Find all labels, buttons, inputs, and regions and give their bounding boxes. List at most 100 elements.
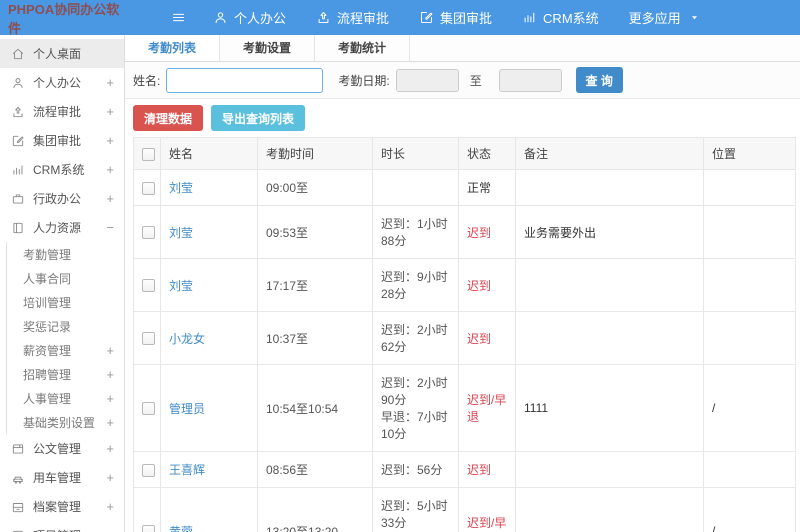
sidebar-item[interactable]: 流程审批 + [0, 97, 124, 126]
select-all-checkbox[interactable] [142, 147, 155, 161]
location-cell: / [703, 487, 796, 532]
nav-item[interactable]: 更多应用 [614, 0, 717, 35]
expand-toggle-icon: + [106, 366, 114, 382]
employee-name-link[interactable]: 黄蓉 [169, 525, 193, 532]
export-list-button[interactable]: 导出查询列表 [211, 105, 306, 131]
tab-active[interactable]: 考勤列表 [125, 35, 220, 61]
expand-toggle-icon: + [106, 191, 114, 206]
checkbox-cell [133, 169, 161, 206]
nav-item-label: 集团审批 [440, 11, 493, 26]
sidebar-subitem[interactable]: 人事合同 [7, 266, 124, 290]
search-button[interactable]: 查 询 [575, 67, 623, 93]
date-range-to-label: 至 [469, 73, 482, 88]
sidebar-subitem-label: 奖惩记录 [23, 319, 72, 334]
checkbox-cell [133, 451, 161, 488]
expand-toggle-icon: + [106, 499, 114, 514]
sidebar-item[interactable]: 个人桌面 [0, 39, 124, 68]
nav-item[interactable]: CRM系统 [507, 0, 614, 35]
app-body: 个人桌面 个人办公 + 流程审批 + 集团审批 + CRM系统 + 行政办公 + 人力资源 − 考勤管理人… [0, 35, 800, 532]
expand-toggle-icon: + [106, 104, 114, 119]
sidebar-item[interactable]: 行政办公 + [0, 184, 124, 213]
sidebar-subitem[interactable]: 招聘管理 + [7, 362, 124, 386]
row-checkbox[interactable] [142, 525, 155, 532]
remark-cell [515, 487, 704, 532]
employee-name-link[interactable]: 刘莹 [169, 226, 193, 240]
employee-name-link[interactable]: 刘莹 [169, 181, 193, 195]
name-input[interactable] [166, 67, 324, 93]
sidebar-item-label: 行政办公 [33, 192, 82, 206]
attendance-time-cell: 10:54至10:54 [257, 364, 373, 452]
column-header: 位置 [703, 137, 796, 170]
employee-name-link[interactable]: 管理员 [169, 402, 205, 416]
project-icon [13, 530, 23, 532]
remark-cell: 1111 [515, 364, 704, 452]
table-row: 黄蓉 13:20至13:20迟到：5小时33分早退：4小时67分迟到/早退 / [133, 487, 796, 532]
nav-item[interactable]: 流程审批 [301, 0, 404, 35]
sidebar-subitem[interactable]: 基础类别设置 + [7, 410, 124, 434]
employee-name-link[interactable]: 刘莹 [169, 279, 193, 293]
duration-cell: 迟到：2小时62分 [372, 311, 459, 365]
sidebar-subitem-label: 薪资管理 [23, 343, 72, 358]
nav-item[interactable]: 集团审批 [404, 0, 507, 35]
checkbox-cell [133, 364, 161, 452]
location-cell [703, 311, 796, 365]
duration-cell: 迟到：2小时90分 早退：7小时10分 [372, 364, 459, 452]
sidebar-subitem[interactable]: 培训管理 [7, 290, 124, 314]
remark-cell [515, 311, 704, 365]
row-checkbox[interactable] [142, 463, 155, 477]
attendance-time-cell: 09:53至 [257, 205, 373, 259]
sidebar-subitem-label: 招聘管理 [23, 367, 72, 382]
tab-item[interactable]: 考勤统计 [315, 35, 410, 61]
app-logo: PHPOA协同办公软件 [8, 1, 120, 36]
sidebar-item[interactable]: 项目管理 + [0, 521, 124, 532]
name-cell: 黄蓉 [160, 487, 258, 532]
row-checkbox[interactable] [142, 226, 155, 240]
duration-cell: 迟到：9小时28分 [372, 258, 459, 312]
date-from-input[interactable] [395, 68, 459, 92]
location-cell [703, 451, 796, 488]
employee-name-link[interactable]: 小龙女 [169, 332, 205, 346]
expand-toggle-icon: + [106, 133, 114, 148]
car-icon [13, 476, 23, 484]
row-checkbox[interactable] [142, 181, 155, 195]
sidebar-toggle-button[interactable] [171, 10, 186, 25]
row-checkbox[interactable] [142, 402, 155, 416]
filter-bar: 姓名: 考勤日期: 至 查 询 [125, 62, 800, 99]
attendance-table: 姓名 考勤时间 时长 状态 备注 位置 刘莹 09:00至 正常 刘莹 09:53至 迟到：1小时8… [133, 137, 796, 532]
expand-toggle-icon: + [106, 414, 114, 430]
date-to-input[interactable] [498, 68, 562, 92]
duration-cell: 迟到：5小时33分早退：4小时67分 [372, 487, 459, 532]
remark-cell: 业务需要外出 [515, 205, 704, 259]
row-checkbox[interactable] [142, 279, 155, 293]
name-cell: 刘莹 [160, 258, 258, 312]
sidebar-item-label: CRM系统 [33, 163, 85, 177]
book-icon [13, 222, 23, 233]
sidebar-subitem[interactable]: 奖惩记录 [7, 314, 124, 338]
tab-item[interactable]: 考勤设置 [220, 35, 315, 61]
row-checkbox[interactable] [142, 332, 155, 346]
sidebar-item[interactable]: 个人办公 + [0, 68, 124, 97]
sidebar-item[interactable]: 公文管理 + [0, 434, 124, 463]
expand-toggle-icon: + [106, 441, 114, 456]
expand-toggle-icon: + [106, 390, 114, 406]
sidebar: 个人桌面 个人办公 + 流程审批 + 集团审批 + CRM系统 + 行政办公 + 人力资源 − 考勤管理人… [0, 35, 125, 532]
sidebar-item[interactable]: 用车管理 + [0, 463, 124, 492]
sidebar-item[interactable]: 人力资源 − [0, 213, 124, 242]
remark-cell [515, 258, 704, 312]
sidebar-subitem[interactable]: 人事管理 + [7, 386, 124, 410]
sidebar-subitem[interactable]: 考勤管理 [7, 242, 124, 266]
column-header: 姓名 [160, 137, 258, 170]
archive-icon [12, 502, 24, 512]
duration-line: 迟到：1小时88分 [381, 217, 448, 248]
sidebar-subitem[interactable]: 薪资管理 + [7, 338, 124, 362]
sidebar-item[interactable]: 集团审批 + [0, 126, 124, 155]
sidebar-item[interactable]: 档案管理 + [0, 492, 124, 521]
attendance-time-cell: 08:56至 [257, 451, 373, 488]
clean-data-button[interactable]: 清理数据 [133, 105, 204, 131]
employee-name-link[interactable]: 王喜辉 [169, 463, 205, 477]
edit-icon [421, 12, 433, 23]
nav-item[interactable]: 个人办公 [198, 0, 301, 35]
sidebar-item[interactable]: CRM系统 + [0, 155, 124, 184]
table-row: 管理员 10:54至10:54 迟到：2小时90分 早退：7小时10分 迟到/早退 111… [133, 364, 796, 452]
user-icon [13, 77, 23, 88]
